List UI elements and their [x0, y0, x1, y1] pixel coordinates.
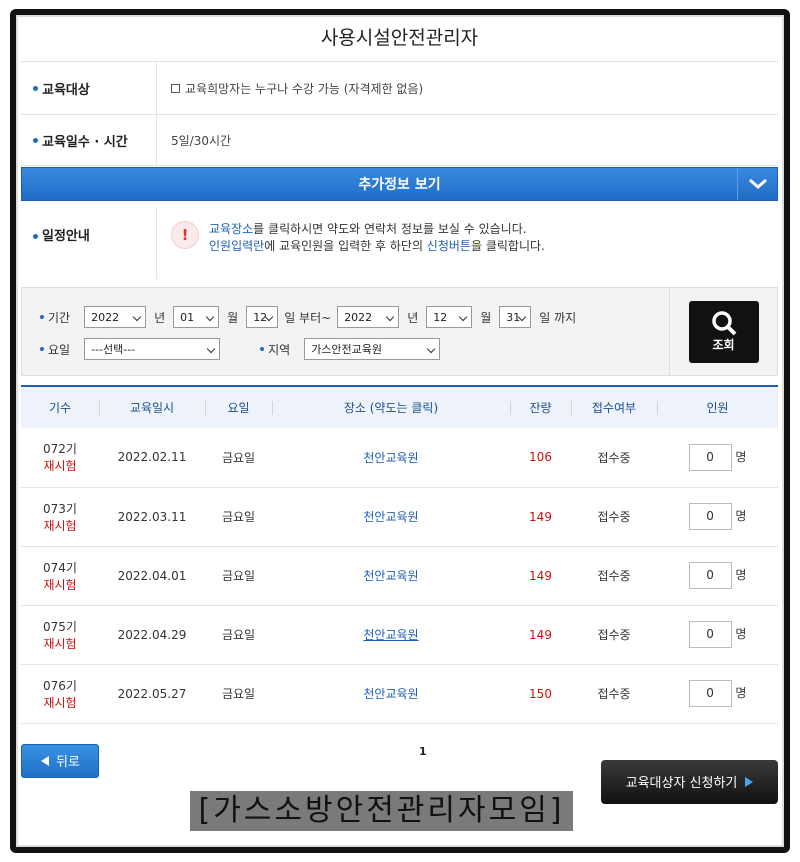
place-link[interactable]: 천안교육원: [272, 428, 510, 488]
more-info-toggle[interactable]: 추가정보 보기: [21, 167, 778, 201]
period-label: 기간: [48, 310, 71, 325]
table-row: 076기 재시험 2022.05.27 금요일 천안교육원 150 접수중 0 명: [21, 664, 778, 724]
days-value: 5일/30시간: [171, 133, 232, 148]
bullet-icon: [40, 315, 44, 319]
search-panel: 기간 2022 년 01 월 12 일 부터~ 2022 년 12 월 31 일…: [21, 287, 778, 376]
target-value: 교육희망자는 누구나 수강 가능 (자격제한 없음): [185, 81, 424, 96]
place-hint-link: 교육장소: [209, 222, 254, 236]
back-button[interactable]: 뒤로: [21, 743, 99, 778]
quantity-input[interactable]: 0: [688, 503, 732, 530]
quantity-input[interactable]: 0: [688, 562, 732, 589]
place-link[interactable]: 천안교육원: [272, 605, 510, 665]
search-icon: [711, 311, 736, 336]
table-row: 072기 재시험 2022.02.11 금요일 천안교육원 106 접수중 0 명: [21, 428, 778, 488]
to-day-select[interactable]: 31: [499, 306, 532, 328]
warning-icon: !: [171, 221, 199, 249]
region-select[interactable]: 가스안전교육원: [304, 338, 441, 360]
page-title: 사용시설안전관리자: [320, 27, 479, 49]
bullet-icon: [33, 137, 38, 143]
schedule-label: 일정안내: [42, 229, 90, 244]
bullet-icon: [40, 347, 44, 351]
from-year-select[interactable]: 2022: [84, 306, 147, 328]
place-link[interactable]: 천안교육원: [272, 664, 510, 724]
from-month-select[interactable]: 01: [173, 306, 220, 328]
page-number[interactable]: 1: [419, 745, 427, 758]
weekday-select[interactable]: ---선택---: [84, 338, 221, 360]
days-label: 교육일수 · 시간: [42, 134, 128, 150]
place-link[interactable]: 천안교육원: [272, 487, 510, 547]
search-button[interactable]: 조회: [688, 300, 759, 363]
table-header-row: 기수 교육일시 요일 장소 (약도는 클릭) 잔량 접수여부 인원: [21, 386, 778, 428]
quantity-input[interactable]: 0: [688, 680, 732, 707]
more-info-label: 추가정보 보기: [358, 177, 441, 193]
triangle-left-icon: [41, 755, 50, 766]
watermark: [가스소방안전관리자모임]: [190, 791, 573, 831]
search-button-label: 조회: [712, 338, 735, 352]
checkbox-icon: [171, 83, 180, 93]
table-row: 074기 재시험 2022.04.01 금요일 천안교육원 149 접수중 0 명: [21, 546, 778, 606]
table-row: 075기 재시험 2022.04.29 금요일 천안교육원 149 접수중 0 명: [21, 605, 778, 665]
schedule-table: 기수 교육일시 요일 장소 (약도는 클릭) 잔량 접수여부 인원 072기 재시…: [21, 385, 778, 724]
chevron-down-icon[interactable]: [737, 168, 777, 200]
apply-button[interactable]: 교육대상자 신청하기: [601, 759, 778, 804]
to-month-select[interactable]: 12: [426, 306, 473, 328]
target-label: 교육대상: [42, 82, 90, 98]
place-link[interactable]: 천안교육원: [272, 546, 510, 606]
table-row: 073기 재시험 2022.03.11 금요일 천안교육원 149 접수중 0 명: [21, 487, 778, 547]
triangle-right-icon: [745, 776, 754, 787]
weekday-label: 요일: [48, 342, 71, 357]
bullet-icon: [260, 347, 265, 351]
bullet-icon: [33, 85, 38, 91]
info-target-row: 교육대상 교육희망자는 누구나 수강 가능 (자격제한 없음): [21, 61, 778, 114]
region-label: 지역: [268, 342, 291, 357]
from-day-select[interactable]: 12: [246, 306, 279, 328]
quantity-input[interactable]: 0: [688, 621, 732, 648]
bullet-icon: [33, 234, 38, 239]
schedule-info: 일정안내 ! 교육장소를 클릭하시면 약도와 연락처 정보를 보실 수 있습니다…: [21, 207, 778, 279]
to-year-select[interactable]: 2022: [337, 306, 400, 328]
main-content: 사용시설안전관리자 교육대상 교육희망자는 누구나 수강 가능 (자격제한 없음…: [21, 16, 778, 814]
quantity-input[interactable]: 0: [688, 443, 732, 471]
info-days-row: 교육일수 · 시간 5일/30시간: [21, 114, 778, 166]
